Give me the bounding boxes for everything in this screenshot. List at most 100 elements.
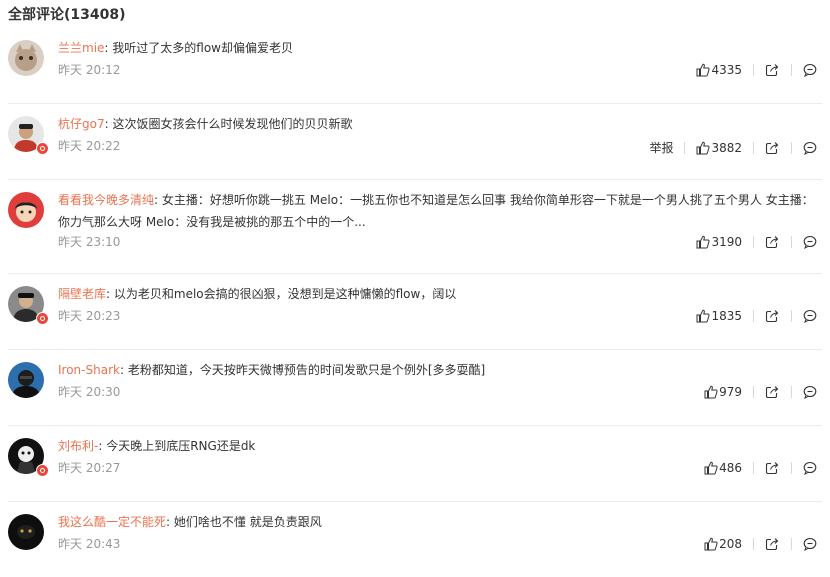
reply-button[interactable] bbox=[803, 461, 818, 475]
divider bbox=[791, 310, 792, 322]
comment-content: 今天晚上到底压RNG还是dk bbox=[106, 439, 256, 453]
comment-text-block: 隔壁老库: 以为老贝和melo会搞的很凶狠，没想到是这种慵懒的flow，阔以 bbox=[58, 283, 822, 305]
divider bbox=[791, 462, 792, 474]
like-button[interactable]: 4335 bbox=[696, 63, 742, 77]
comment-content: 她们啥也不懂 就是负责跟风 bbox=[173, 515, 322, 529]
share-button[interactable] bbox=[765, 385, 780, 399]
divider bbox=[791, 64, 792, 76]
username-link[interactable]: Iron-Shark bbox=[58, 363, 120, 377]
divider bbox=[791, 538, 792, 550]
comment-text-block: Iron-Shark: 老粉都知道，今天按昨天微博预告的时间发歌只是个例外[多多… bbox=[58, 359, 822, 381]
reply-button[interactable] bbox=[803, 309, 818, 323]
colon: : bbox=[119, 363, 128, 377]
comment-actions: 208 bbox=[704, 537, 818, 551]
username-link[interactable]: 兰兰mie bbox=[58, 41, 104, 55]
username-link[interactable]: 看看我今晚多清纯 bbox=[58, 193, 154, 207]
avatar[interactable] bbox=[8, 40, 44, 76]
comment-item: 刘布利-: 今天晚上到底压RNG还是dk 昨天 20:27 486 bbox=[8, 426, 822, 502]
thumbs-up-icon bbox=[704, 537, 718, 551]
comment-item: 看看我今晚多清纯: 女主播：好想听你跳一挑五 Melo：一挑五你也不知道是怎么回… bbox=[8, 180, 822, 274]
share-icon bbox=[765, 236, 779, 249]
colon: : bbox=[106, 287, 114, 301]
comment-actions: 1835 bbox=[696, 309, 818, 323]
username-link[interactable]: 我这么酷一定不能死 bbox=[58, 515, 166, 529]
like-button[interactable]: 208 bbox=[704, 537, 742, 551]
comment-text-block: 杭仔go7: 这次饭圈女孩会什么时候发现他们的贝贝新歌 bbox=[58, 113, 822, 135]
colon: : bbox=[166, 515, 174, 529]
like-button[interactable]: 1835 bbox=[696, 309, 742, 323]
comment-bubble-icon bbox=[803, 309, 817, 323]
verified-badge-icon bbox=[36, 142, 49, 155]
comment-item: 隔壁老库: 以为老贝和melo会搞的很凶狠，没想到是这种慵懒的flow，阔以 昨… bbox=[8, 274, 822, 350]
reply-button[interactable] bbox=[803, 63, 818, 77]
report-link[interactable]: 举报 bbox=[649, 139, 673, 156]
comment-time: 昨天 20:12 bbox=[58, 63, 121, 77]
like-button[interactable]: 3882 bbox=[696, 141, 742, 155]
avatar[interactable] bbox=[8, 362, 44, 398]
comment-actions: 979 bbox=[704, 385, 818, 399]
share-icon bbox=[765, 538, 779, 551]
verified-badge-icon bbox=[36, 312, 49, 325]
like-count: 979 bbox=[719, 385, 742, 399]
comment-text-block: 兰兰mie: 我听过了太多的flow却偏偏爱老贝 bbox=[58, 37, 822, 59]
comment-bubble-icon bbox=[803, 385, 817, 399]
share-icon bbox=[765, 462, 779, 475]
like-button[interactable]: 486 bbox=[704, 461, 742, 475]
comment-text-block: 刘布利-: 今天晚上到底压RNG还是dk bbox=[58, 435, 822, 457]
thumbs-up-icon bbox=[704, 385, 718, 399]
comment-content: 我听过了太多的flow却偏偏爱老贝 bbox=[112, 41, 293, 55]
comment-content: 老粉都知道，今天按昨天微博预告的时间发歌只是个例外[多多耍酷] bbox=[127, 363, 486, 377]
share-icon bbox=[765, 386, 779, 399]
comment-actions: 4335 bbox=[696, 63, 818, 77]
reply-button[interactable] bbox=[803, 141, 818, 155]
comment-text-block: 看看我今晚多清纯: 女主播：好想听你跳一挑五 Melo：一挑五你也不知道是怎么回… bbox=[58, 189, 822, 233]
thumbs-up-icon bbox=[696, 63, 711, 77]
thumbs-up-icon bbox=[696, 309, 711, 323]
reply-button[interactable] bbox=[803, 385, 818, 399]
like-count: 3190 bbox=[711, 235, 742, 249]
divider bbox=[753, 386, 754, 398]
like-count: 4335 bbox=[711, 63, 742, 77]
avatar[interactable] bbox=[8, 192, 44, 228]
comments-header: 全部评论(13408) bbox=[8, 7, 126, 23]
share-button[interactable] bbox=[765, 537, 780, 551]
comment-time: 昨天 20:22 bbox=[58, 139, 121, 153]
divider bbox=[753, 141, 754, 154]
divider bbox=[753, 538, 754, 550]
comment-bubble-icon bbox=[803, 141, 817, 155]
divider bbox=[791, 141, 792, 154]
reply-button[interactable] bbox=[803, 235, 818, 249]
reply-button[interactable] bbox=[803, 537, 818, 551]
comment-content: 以为老贝和melo会搞的很凶狠，没想到是这种慵懒的flow，阔以 bbox=[113, 287, 457, 301]
comment-item: 杭仔go7: 这次饭圈女孩会什么时候发现他们的贝贝新歌 昨天 20:22 举报 … bbox=[8, 104, 822, 180]
like-button[interactable]: 3190 bbox=[696, 235, 742, 249]
share-button[interactable] bbox=[765, 461, 780, 475]
divider bbox=[753, 64, 754, 76]
comment-item: Iron-Shark: 老粉都知道，今天按昨天微博预告的时间发歌只是个例外[多多… bbox=[8, 350, 822, 426]
share-icon bbox=[765, 141, 779, 154]
comment-time: 昨天 20:30 bbox=[58, 385, 121, 399]
comment-bubble-icon bbox=[803, 63, 817, 77]
username-link[interactable]: 隔壁老库 bbox=[58, 287, 106, 301]
share-button[interactable] bbox=[765, 63, 780, 77]
username-link[interactable]: 刘布利- bbox=[58, 439, 98, 453]
verified-badge-icon bbox=[36, 464, 49, 477]
comment-text-block: 我这么酷一定不能死: 她们啥也不懂 就是负责跟风 bbox=[58, 511, 822, 533]
avatar[interactable] bbox=[8, 514, 44, 550]
comment-item: 我这么酷一定不能死: 她们啥也不懂 就是负责跟风 昨天 20:43 208 bbox=[8, 502, 822, 577]
divider bbox=[753, 462, 754, 474]
comment-item: 兰兰mie: 我听过了太多的flow却偏偏爱老贝 昨天 20:12 4335 bbox=[8, 28, 822, 104]
thumbs-up-icon bbox=[696, 141, 711, 154]
colon: : bbox=[154, 193, 162, 207]
like-count: 486 bbox=[719, 461, 742, 475]
comment-list: 兰兰mie: 我听过了太多的flow却偏偏爱老贝 昨天 20:12 4335 杭… bbox=[0, 28, 830, 577]
share-button[interactable] bbox=[765, 309, 780, 323]
comment-actions: 举报 3882 bbox=[649, 139, 818, 156]
share-button[interactable] bbox=[765, 141, 780, 155]
comment-actions: 486 bbox=[704, 461, 818, 475]
like-button[interactable]: 979 bbox=[704, 385, 742, 399]
divider bbox=[753, 310, 754, 322]
username-link[interactable]: 杭仔go7 bbox=[58, 117, 105, 131]
divider bbox=[791, 386, 792, 398]
share-button[interactable] bbox=[765, 235, 780, 249]
